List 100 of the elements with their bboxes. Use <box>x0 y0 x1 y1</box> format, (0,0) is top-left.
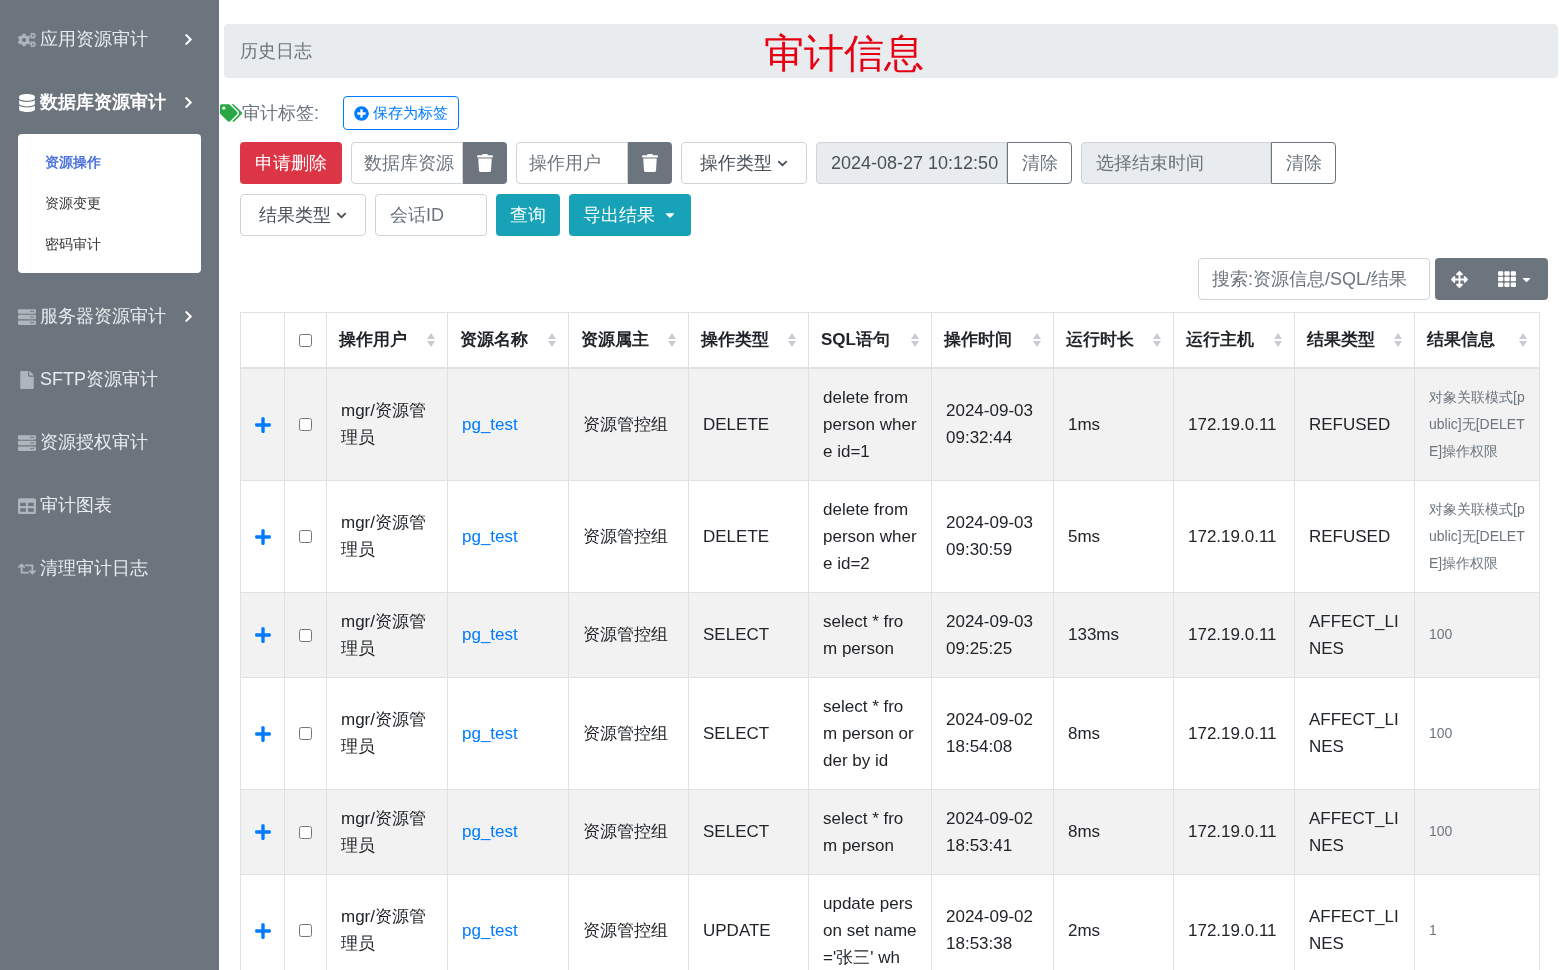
sidebar-item[interactable]: 应用资源审计 <box>0 8 219 71</box>
table-cell: update person set name='张三' wh <box>823 893 917 967</box>
resource-link[interactable]: pg_test <box>462 526 518 546</box>
table-cell: AFFECT_LINES <box>1309 710 1399 756</box>
table-cell: 资源管控组 <box>583 625 668 644</box>
table-cell: 172.19.0.11 <box>1188 625 1277 644</box>
row-checkbox[interactable] <box>299 530 312 544</box>
tag-label: 审计标签: <box>242 101 319 125</box>
table-cell: 100 <box>1429 724 1453 741</box>
submenu-item[interactable]: 密码审计 <box>18 224 201 265</box>
row-checkbox[interactable] <box>299 924 312 938</box>
expand-icon[interactable] <box>253 823 272 842</box>
table-cell: 172.19.0.11 <box>1188 414 1277 434</box>
resource-link[interactable]: pg_test <box>462 822 518 841</box>
table-cell: 172.19.0.11 <box>1188 723 1277 743</box>
table-cell: 8ms <box>1068 723 1101 743</box>
row-checkbox[interactable] <box>299 628 312 642</box>
sidebar-item[interactable]: 服务器资源审计 <box>0 285 219 348</box>
table-cell: AFFECT_LINES <box>1309 611 1399 658</box>
resource-link[interactable]: pg_test <box>462 723 518 743</box>
user-field[interactable]: 操作用户 <box>516 142 628 184</box>
table-cell: DELETE <box>703 414 770 434</box>
table-cell: 1 <box>1429 921 1437 938</box>
table-cell: 对象关联模式[public]无[DELETE]操作权限 <box>1429 500 1525 571</box>
table-cell: 172.19.0.11 <box>1188 526 1277 546</box>
sidebar-item[interactable]: 审计图表 <box>0 474 219 537</box>
table-cell: 172.19.0.11 <box>1188 920 1277 940</box>
expand-icon[interactable] <box>253 724 272 743</box>
sidebar-item[interactable]: SFTP资源审计 <box>0 348 219 411</box>
table-cell: 资源管控组 <box>583 822 668 841</box>
submenu-item[interactable]: 资源操作 <box>18 142 201 183</box>
table-cell: 2024-09-02 18:53:38 <box>946 907 1033 953</box>
trash-button[interactable] <box>628 142 672 184</box>
table-cell: 1ms <box>1068 414 1101 434</box>
table-cell: select * from person order by id <box>823 696 914 770</box>
expand-icon[interactable] <box>253 921 272 940</box>
sort-icon <box>1519 332 1527 347</box>
table-cell: 172.19.0.11 <box>1188 822 1277 841</box>
end-time-field[interactable]: 选择结束时间 <box>1081 142 1271 184</box>
tags-icon <box>220 102 242 124</box>
resource-link[interactable]: pg_test <box>462 625 518 644</box>
select-all-checkbox[interactable] <box>299 334 312 347</box>
table-cell: mgr/资源管理员 <box>341 611 426 658</box>
search-field[interactable]: 搜索:资源信息/SQL/结果 <box>1198 258 1430 300</box>
table-cell: 资源管控组 <box>583 920 668 940</box>
sidebar-item[interactable]: 清理审计日志 <box>0 537 219 600</box>
table-cell: 5ms <box>1068 526 1101 546</box>
gears-icon <box>18 30 36 49</box>
breadcrumb: 历史日志 <box>240 39 312 63</box>
delete-request-button[interactable]: 申请删除 <box>240 142 342 184</box>
result-type-select[interactable]: 结果类型 <box>240 194 366 236</box>
expand-icon[interactable] <box>253 527 272 546</box>
table-cell: 2024-09-03 09:30:59 <box>946 513 1033 559</box>
sort-icon <box>427 332 435 347</box>
expand-icon[interactable] <box>253 415 272 434</box>
trash-button[interactable] <box>463 142 507 184</box>
row-checkbox[interactable] <box>299 418 312 432</box>
table-cell: mgr/资源管理员 <box>341 907 426 953</box>
table-cell: select * from person <box>823 808 904 855</box>
table-cell: SELECT <box>703 625 770 644</box>
query-button[interactable]: 查询 <box>496 194 560 236</box>
table-cell: SELECT <box>703 822 770 841</box>
export-button[interactable]: 导出结果 <box>569 194 691 236</box>
table-cell: 2024-09-02 18:54:08 <box>946 710 1033 756</box>
resource-link[interactable]: pg_test <box>462 920 518 940</box>
start-time-field[interactable]: 2024-08-27 10:12:50 <box>816 142 1007 184</box>
sidebar-item[interactable]: 数据库资源审计 <box>0 71 219 134</box>
expand-icon[interactable] <box>253 626 272 645</box>
trash-icon <box>641 154 659 172</box>
table-cell: 2024-09-03 09:32:44 <box>946 401 1033 447</box>
row-checkbox[interactable] <box>299 727 312 741</box>
resource-field[interactable]: 数据库资源 <box>351 142 463 184</box>
table-cell: 2ms <box>1068 920 1101 940</box>
sort-icon <box>1274 332 1282 347</box>
resource-link[interactable]: pg_test <box>462 414 518 434</box>
table-cell: mgr/资源管理员 <box>341 513 426 559</box>
sort-icon <box>788 332 796 347</box>
table-cell: mgr/资源管理员 <box>341 710 426 756</box>
clear-button[interactable]: 清除 <box>1007 142 1072 184</box>
operation-type-select[interactable]: 操作类型 <box>681 142 807 184</box>
table-cell: 8ms <box>1068 822 1101 841</box>
file-icon <box>18 370 36 389</box>
trash-icon <box>476 154 494 172</box>
table-cell: AFFECT_LINES <box>1309 907 1399 953</box>
table-cell: mgr/资源管理员 <box>341 401 426 447</box>
page-title: 审计信息 <box>764 30 924 77</box>
table-cell: delete from person where id=2 <box>823 499 917 573</box>
sort-icon <box>668 332 676 347</box>
table-cell: 2024-09-03 09:25:25 <box>946 611 1033 658</box>
clear-button[interactable]: 清除 <box>1271 142 1336 184</box>
save-tag-button[interactable]: 保存为标签 <box>343 96 459 130</box>
submenu-item[interactable]: 资源变更 <box>18 183 201 224</box>
session-id-field[interactable]: 会话ID <box>375 194 487 236</box>
row-checkbox[interactable] <box>299 825 312 839</box>
database-icon <box>18 93 36 112</box>
table-cell: 100 <box>1429 626 1453 642</box>
table-cell: REFUSED <box>1309 526 1391 546</box>
table-cell: 资源管控组 <box>583 723 668 743</box>
table-cell: 资源管控组 <box>583 414 668 434</box>
sidebar-item[interactable]: 资源授权审计 <box>0 411 219 474</box>
